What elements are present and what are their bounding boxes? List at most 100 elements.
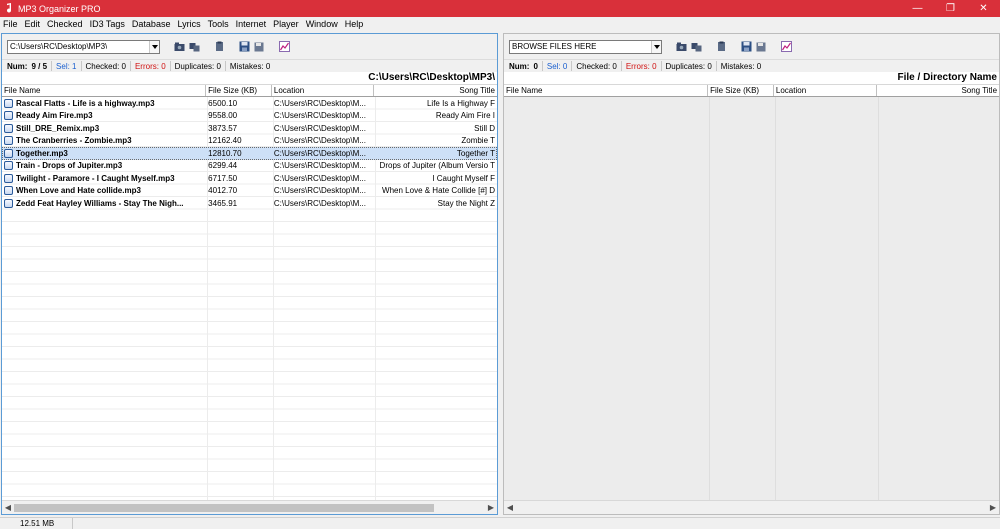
file-name-text: Ready Aim Fire.mp3 (16, 111, 93, 121)
left-file-grid[interactable]: File Name File Size (KB) Location Song T… (2, 85, 497, 502)
save-icon[interactable] (741, 41, 752, 52)
chevron-down-icon[interactable] (651, 40, 661, 53)
num-label: Num: (509, 61, 530, 71)
folder-open-icon[interactable] (174, 41, 185, 52)
table-row[interactable]: Zedd Feat Hayley Williams - Stay The Nig… (2, 197, 497, 210)
checkbox[interactable] (4, 98, 13, 108)
location-cell: C:\Users\RC\Desktop\M... (273, 198, 366, 208)
folder-copy-icon[interactable] (189, 41, 200, 52)
table-row[interactable]: Together.mp3 12810.70 C:\Users\RC\Desktop\… (2, 147, 497, 160)
menu-database[interactable]: Database (132, 19, 171, 29)
column-song-title[interactable]: Song Title (877, 85, 1000, 96)
scroll-left-icon[interactable]: ◀ (504, 502, 516, 514)
file-name-text: When Love and Hate collide.mp3 (16, 186, 141, 196)
file-size-cell: 4012.70 (208, 186, 238, 196)
table-row[interactable]: Train - Drops of Jupiter.mp3 6299.44 C:\Us… (2, 160, 497, 173)
file-name-text: Rascal Flatts - Life is a highway.mp3 (16, 98, 155, 108)
file-size-cell: 6500.10 (208, 98, 238, 108)
file-size-cell: 6299.44 (208, 161, 238, 171)
close-button[interactable]: ✕ (967, 0, 1000, 17)
mistakes-count: Mistakes: 0 (720, 61, 762, 71)
file-name-text: Still_DRE_Remix.mp3 (16, 123, 100, 133)
checkbox[interactable] (4, 198, 13, 208)
save-all-icon[interactable] (254, 41, 265, 52)
file-size-cell: 12810.70 (208, 148, 242, 158)
location-cell: C:\Users\RC\Desktop\M... (273, 136, 366, 146)
song-title-cell: Life Is a Highway F (426, 98, 495, 108)
file-name-cell: Zedd Feat Hayley Williams - Stay The Nig… (2, 198, 206, 208)
checkbox[interactable] (4, 136, 13, 146)
checkbox[interactable] (4, 123, 13, 133)
menu-tools[interactable]: Tools (208, 19, 229, 29)
checkbox[interactable] (4, 111, 13, 121)
folder-open-icon[interactable] (676, 41, 687, 52)
column-location[interactable]: Location (774, 85, 877, 96)
menu-edit[interactable]: Edit (25, 19, 41, 29)
table-row[interactable]: Twilight - Paramore - I Caught Myself.mp… (2, 172, 497, 185)
right-status-row: Num: 0 Sel: 0 Checked: 0 Errors: 0 Dupli… (504, 59, 999, 72)
left-toolbar: C:\Users\RC\Desktop\MP3\ (2, 34, 497, 59)
menu-window[interactable]: Window (306, 19, 338, 29)
left-status-row: Num: 9 / 5 Sel: 1 Checked: 0 Errors: 0 D… (2, 59, 497, 72)
file-size-cell: 3873.57 (208, 123, 238, 133)
table-row[interactable]: Rascal Flatts - Life is a highway.mp3 650… (2, 97, 497, 110)
file-size-cell: 9558.00 (208, 111, 238, 121)
left-horizontal-scrollbar[interactable]: ◀ ▶ (2, 500, 497, 514)
file-name-text: Zedd Feat Hayley Williams - Stay The Nig… (16, 198, 184, 208)
song-title-cell: When Love & Hate Collide [#] D (382, 186, 495, 196)
restore-button[interactable]: ❐ (934, 0, 967, 17)
column-file-name[interactable]: File Name (2, 85, 207, 96)
status-bar: 12.51 MB (0, 517, 1000, 529)
save-all-icon[interactable] (756, 41, 767, 52)
menu-internet[interactable]: Internet (236, 19, 267, 29)
checkbox[interactable] (4, 173, 13, 183)
menu-lyrics[interactable]: Lyrics (177, 19, 200, 29)
menu-id3-tags[interactable]: ID3 Tags (90, 19, 125, 29)
chevron-down-icon[interactable] (149, 40, 159, 53)
column-file-size[interactable]: File Size (KB) (206, 85, 272, 96)
file-name-text: Twilight - Paramore - I Caught Myself.mp… (16, 173, 175, 183)
right-grid-body (504, 97, 999, 502)
table-row[interactable]: When Love and Hate collide.mp3 4012.70 C:\… (2, 185, 497, 198)
paste-icon[interactable] (214, 41, 225, 52)
num-value: 0 (533, 61, 538, 71)
right-file-panel: BROWSE FILES HERE Num: 0 Sel: 0 Checked:… (503, 33, 1000, 515)
checked-count: Checked: 0 (85, 61, 126, 71)
paste-icon[interactable] (716, 41, 727, 52)
file-name-cell: Twilight - Paramore - I Caught Myself.mp… (2, 173, 206, 183)
file-name-cell: Ready Aim Fire.mp3 (2, 111, 206, 121)
checkbox[interactable] (4, 161, 13, 171)
duplicates-count: Duplicates: 0 (174, 61, 221, 71)
song-title-cell: Ready Aim Fire I (435, 111, 495, 121)
checkbox[interactable] (4, 148, 13, 158)
folder-copy-icon[interactable] (691, 41, 702, 52)
chart-icon[interactable] (279, 41, 290, 52)
column-file-size[interactable]: File Size (KB) (708, 85, 774, 96)
location-cell: C:\Users\RC\Desktop\M... (273, 98, 366, 108)
table-row[interactable]: The Cranberries - Zombie.mp3 12162.40 C:\U… (2, 135, 497, 148)
table-row[interactable]: Ready Aim Fire.mp3 9558.00 C:\Users\RC\Des… (2, 110, 497, 123)
menu-help[interactable]: Help (345, 19, 364, 29)
file-name-cell: When Love and Hate collide.mp3 (2, 186, 206, 196)
right-horizontal-scrollbar[interactable]: ◀ ▶ (504, 500, 999, 514)
scroll-right-icon[interactable]: ▶ (987, 502, 999, 514)
save-icon[interactable] (239, 41, 250, 52)
menu-file[interactable]: File (3, 19, 18, 29)
menu-checked[interactable]: Checked (47, 19, 83, 29)
right-path-combo[interactable]: BROWSE FILES HERE (509, 39, 662, 54)
table-row[interactable]: Still_DRE_Remix.mp3 3873.57 C:\Users\RC\De… (2, 122, 497, 135)
sel-count: Sel: 1 (56, 61, 77, 71)
scroll-right-icon[interactable]: ▶ (485, 502, 497, 514)
column-location[interactable]: Location (272, 85, 374, 96)
minimize-button[interactable]: — (901, 0, 934, 17)
checkbox[interactable] (4, 186, 13, 196)
column-song-title[interactable]: Song Title (374, 85, 498, 96)
left-path-combo[interactable]: C:\Users\RC\Desktop\MP3\ (7, 39, 160, 54)
chart-icon[interactable] (781, 41, 792, 52)
scroll-left-icon[interactable]: ◀ (2, 502, 14, 514)
column-file-name[interactable]: File Name (504, 85, 709, 96)
mistakes-count: Mistakes: 0 (229, 61, 271, 71)
right-file-grid[interactable]: File Name File Size (KB) Location Song T… (504, 85, 999, 502)
file-size-cell: 6717.50 (208, 173, 238, 183)
menu-player[interactable]: Player (273, 19, 299, 29)
